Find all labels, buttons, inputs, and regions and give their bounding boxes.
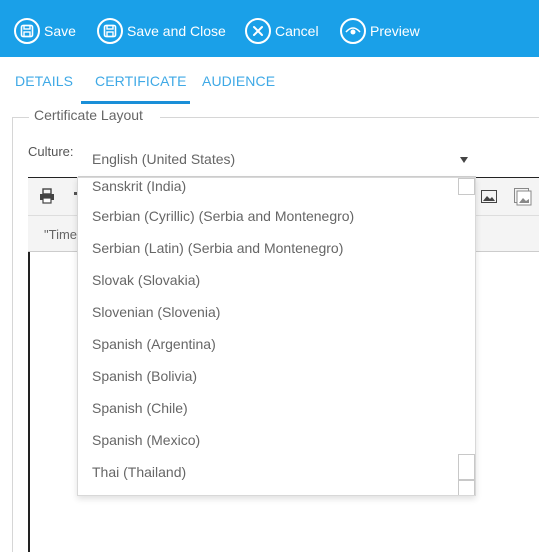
- cancel-button[interactable]: Cancel: [245, 17, 319, 45]
- print-icon[interactable]: [39, 188, 55, 209]
- fieldset-border: [160, 117, 539, 118]
- culture-label: Culture:: [28, 144, 74, 159]
- save-and-close-label: Save and Close: [127, 23, 226, 39]
- image-icon[interactable]: [481, 190, 497, 208]
- culture-dropdown-list[interactable]: Sanskrit (India) Serbian (Cyrillic) (Ser…: [77, 177, 476, 496]
- chevron-down-icon: [460, 157, 468, 163]
- image-gallery-icon[interactable]: [514, 188, 532, 211]
- tab-bar: DETAILS CERTIFICATE AUDIENCE: [0, 57, 539, 105]
- cancel-label: Cancel: [275, 23, 319, 39]
- list-item[interactable]: Serbian (Cyrillic) (Serbia and Montenegr…: [92, 200, 354, 232]
- list-item[interactable]: Spanish (Mexico): [92, 424, 200, 456]
- culture-selected-value: English (United States): [92, 151, 236, 167]
- save-and-close-button[interactable]: Save and Close: [97, 17, 226, 45]
- list-item[interactable]: Slovenian (Slovenia): [92, 296, 220, 328]
- scrollbar-thumb[interactable]: [458, 454, 475, 480]
- fieldset-legend: Certificate Layout: [34, 107, 143, 123]
- editor-text: "Time: [44, 227, 78, 242]
- list-item[interactable]: Spanish (Bolivia): [92, 360, 197, 392]
- list-item[interactable]: Spanish (Chile): [92, 392, 188, 424]
- top-toolbar: Save Save and Close Cancel Preview: [0, 0, 539, 57]
- culture-select[interactable]: English (United States): [78, 142, 476, 177]
- scrollbar-down-button[interactable]: [458, 480, 475, 495]
- save-icon: [14, 18, 40, 44]
- list-item[interactable]: Spanish (Argentina): [92, 328, 216, 360]
- save-button[interactable]: Save: [14, 17, 76, 45]
- fieldset-border: [12, 117, 13, 552]
- list-item[interactable]: Thai (Thailand): [92, 456, 186, 488]
- save-label: Save: [44, 23, 76, 39]
- tab-certificate[interactable]: CERTIFICATE: [95, 73, 187, 89]
- scrollbar-up-button[interactable]: [458, 178, 475, 195]
- list-item[interactable]: Slovak (Slovakia): [92, 264, 200, 296]
- active-tab-indicator: [81, 101, 190, 104]
- fieldset-border: [12, 117, 29, 118]
- eye-icon: [340, 18, 366, 44]
- list-item[interactable]: Serbian (Latin) (Serbia and Montenegro): [92, 232, 343, 264]
- tab-audience[interactable]: AUDIENCE: [202, 73, 275, 89]
- list-item[interactable]: Sanskrit (India): [92, 178, 186, 202]
- tab-details[interactable]: DETAILS: [15, 73, 73, 89]
- close-icon: [245, 18, 271, 44]
- preview-label: Preview: [370, 23, 420, 39]
- save-icon: [97, 18, 123, 44]
- preview-button[interactable]: Preview: [340, 17, 420, 45]
